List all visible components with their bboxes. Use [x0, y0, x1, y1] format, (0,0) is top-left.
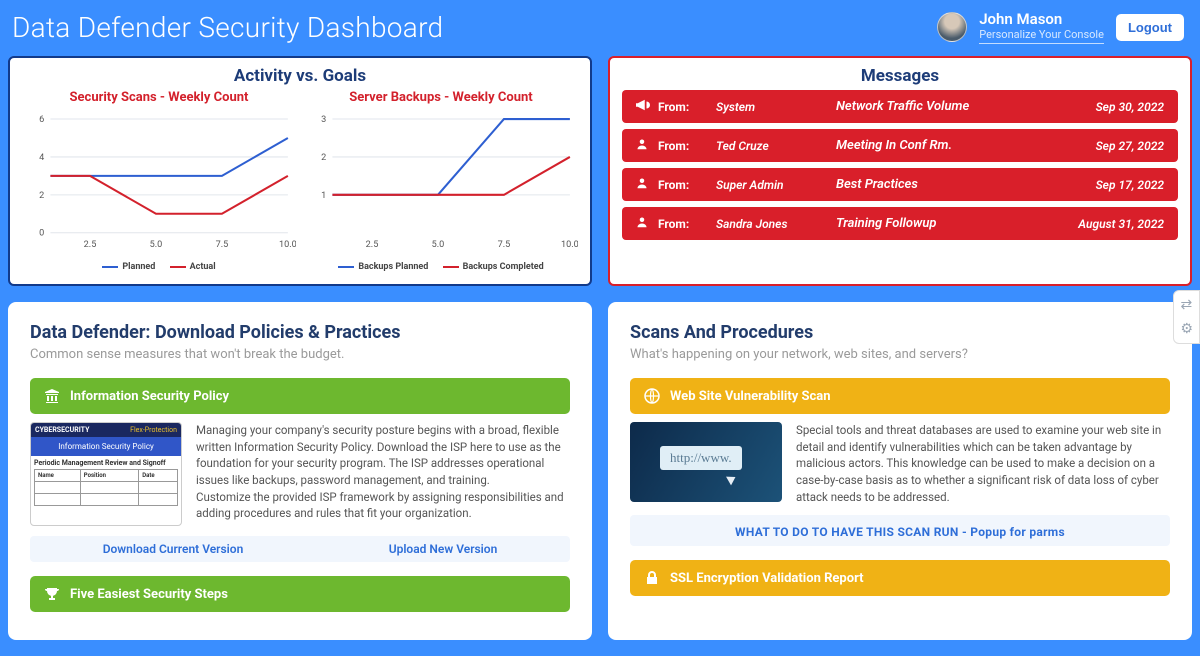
isp-band[interactable]: Information Security Policy — [30, 378, 570, 414]
activity-card: Activity vs. Goals Security Scans - Week… — [8, 56, 592, 286]
activity-title: Activity vs. Goals — [22, 66, 578, 86]
chart2-title: Server Backups - Weekly Count — [304, 90, 578, 105]
svg-text:1: 1 — [321, 191, 326, 201]
vuln-scan-label: Web Site Vulnerability Scan — [670, 389, 831, 404]
svg-text:5.0: 5.0 — [432, 240, 445, 250]
ssl-band-label: SSL Encryption Validation Report — [670, 571, 864, 586]
scans-title: Scans And Procedures — [630, 322, 1170, 343]
policies-title: Data Defender: Download Policies & Pract… — [30, 322, 570, 343]
message-sender: Ted Cruze — [716, 139, 836, 153]
message-row[interactable]: From:Super AdminBest PracticesSep 17, 20… — [622, 168, 1178, 201]
message-subject: Best Practices — [836, 177, 1096, 192]
ssl-band[interactable]: SSL Encryption Validation Report — [630, 560, 1170, 596]
svg-text:2: 2 — [39, 191, 44, 201]
message-sender: System — [716, 100, 836, 114]
from-label: From: — [658, 217, 716, 231]
user-icon — [636, 176, 658, 193]
side-toolbar: ⇄ ⚙ — [1173, 290, 1200, 344]
policies-panel: Data Defender: Download Policies & Pract… — [8, 302, 592, 640]
message-row[interactable]: From:Sandra JonesTraining FollowupAugust… — [622, 207, 1178, 240]
institution-icon — [44, 388, 60, 404]
scan-description: Special tools and threat databases are u… — [796, 422, 1170, 505]
chart1-title: Security Scans - Weekly Count — [22, 90, 296, 105]
message-subject: Network Traffic Volume — [836, 99, 1096, 114]
from-label: From: — [658, 100, 716, 114]
svg-text:2.5: 2.5 — [366, 240, 379, 250]
lock-icon — [644, 570, 660, 586]
svg-text:10.0: 10.0 — [561, 240, 578, 250]
from-label: From: — [658, 178, 716, 192]
svg-text:5.0: 5.0 — [150, 240, 163, 250]
isp-description: Managing your company's security posture… — [196, 422, 570, 526]
logout-button[interactable]: Logout — [1116, 14, 1184, 41]
avatar[interactable] — [937, 12, 967, 42]
download-link[interactable]: Download Current Version — [103, 542, 244, 556]
svg-text:3: 3 — [321, 115, 326, 125]
five-steps-label: Five Easiest Security Steps — [70, 587, 228, 602]
user-icon — [636, 137, 658, 154]
isp-band-label: Information Security Policy — [70, 389, 229, 404]
message-date: Sep 27, 2022 — [1096, 139, 1164, 153]
message-date: August 31, 2022 — [1078, 217, 1164, 231]
message-row[interactable]: From:SystemNetwork Traffic VolumeSep 30,… — [622, 90, 1178, 123]
chart1-legend: Planned Actual — [22, 261, 296, 272]
message-date: Sep 30, 2022 — [1096, 100, 1164, 114]
message-date: Sep 17, 2022 — [1096, 178, 1164, 192]
messages-card: Messages From:SystemNetwork Traffic Volu… — [608, 56, 1192, 286]
svg-text:4: 4 — [39, 153, 44, 163]
svg-text:10.0: 10.0 — [279, 240, 296, 250]
trophy-icon — [44, 586, 60, 602]
message-row[interactable]: From:Ted CruzeMeeting In Conf Rm.Sep 27,… — [622, 129, 1178, 162]
message-subject: Training Followup — [836, 216, 1078, 231]
page-title: Data Defender Security Dashboard — [12, 11, 443, 44]
svg-text:7.5: 7.5 — [216, 240, 229, 250]
message-sender: Super Admin — [716, 178, 836, 192]
svg-text:6: 6 — [39, 115, 44, 125]
user-name[interactable]: John Mason — [979, 10, 1104, 28]
tool-gear-icon[interactable]: ⚙ — [1180, 321, 1193, 337]
isp-thumbnail: CYBERSECURITYFlex-Protection Information… — [30, 422, 182, 526]
chart2-legend: Backups Planned Backups Completed — [304, 261, 578, 272]
five-steps-band[interactable]: Five Easiest Security Steps — [30, 576, 570, 612]
isp-links: Download Current Version Upload New Vers… — [30, 536, 570, 562]
vuln-scan-band[interactable]: Web Site Vulnerability Scan — [630, 378, 1170, 414]
scan-action-link[interactable]: WHAT TO DO TO HAVE THIS SCAN RUN - Popup… — [735, 525, 1065, 539]
user-icon — [636, 215, 658, 232]
globe-icon — [644, 388, 660, 404]
messages-title: Messages — [622, 66, 1178, 86]
scans-panel: Scans And Procedures What's happening on… — [608, 302, 1192, 640]
message-subject: Meeting In Conf Rm. — [836, 138, 1096, 153]
personalize-link[interactable]: Personalize Your Console — [979, 28, 1104, 44]
from-label: From: — [658, 139, 716, 153]
svg-text:7.5: 7.5 — [498, 240, 511, 250]
message-sender: Sandra Jones — [716, 217, 836, 231]
chart-security-scans: Security Scans - Weekly Count 0 2 4 6 2.5 5.0… — [22, 90, 296, 272]
tool-shuffle-icon[interactable]: ⇄ — [1180, 297, 1193, 313]
svg-text:2.5: 2.5 — [84, 240, 97, 250]
upload-link[interactable]: Upload New Version — [389, 542, 498, 556]
svg-text:0: 0 — [39, 229, 44, 239]
scan-thumbnail: http://www. — [630, 422, 782, 502]
scans-subtitle: What's happening on your network, web si… — [630, 347, 1170, 362]
policies-subtitle: Common sense measures that won't break t… — [30, 347, 570, 362]
svg-text:2: 2 — [321, 153, 326, 163]
chart-server-backups: Server Backups - Weekly Count 1 2 3 2.5 5.0 7… — [304, 90, 578, 272]
bullhorn-icon — [636, 98, 658, 115]
